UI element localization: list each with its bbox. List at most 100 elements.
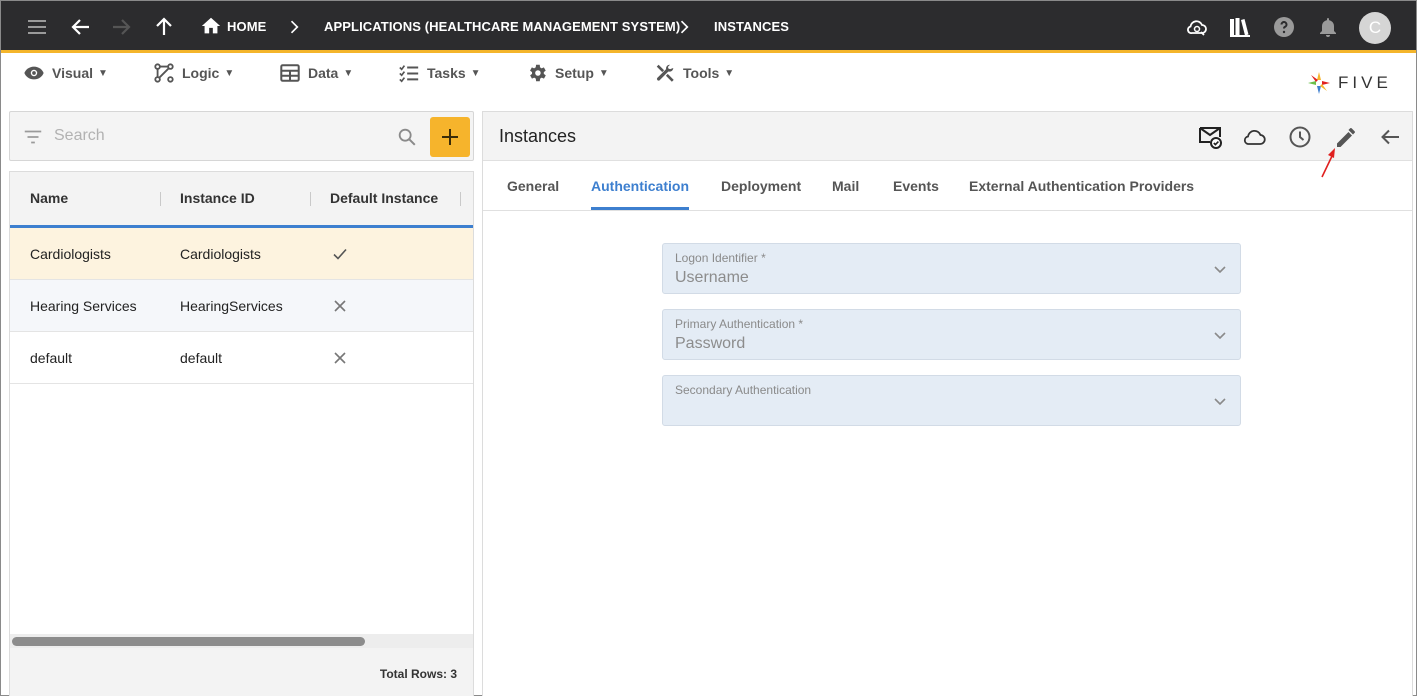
mail-check-icon[interactable] bbox=[1197, 124, 1223, 150]
chevron-down-icon bbox=[1214, 266, 1226, 274]
chevron-right-icon bbox=[674, 17, 694, 37]
caret-down-icon: ▼ bbox=[724, 67, 735, 79]
menu-visual[interactable]: Visual ▼ bbox=[23, 62, 108, 84]
menu-setup[interactable]: Setup ▼ bbox=[526, 62, 609, 84]
page-title: Instances bbox=[499, 126, 577, 146]
cell-name: Hearing Services bbox=[30, 298, 137, 314]
logo-text: FIVE bbox=[1338, 73, 1392, 92]
menu-tools-label: Tools bbox=[683, 65, 720, 81]
menu-data-label: Data bbox=[308, 65, 339, 81]
search-bar bbox=[9, 111, 474, 161]
instance-detail-panel: Instances General Authentication Deploym… bbox=[482, 111, 1413, 696]
tab-general[interactable]: General bbox=[507, 161, 559, 211]
tab-deployment[interactable]: Deployment bbox=[721, 161, 801, 211]
cross-icon bbox=[334, 352, 346, 364]
top-app-bar: HOME APPLICATIONS (HEALTHCARE MANAGEMENT… bbox=[1, 1, 1416, 53]
menu-tasks-label: Tasks bbox=[427, 65, 466, 81]
check-icon bbox=[333, 248, 347, 260]
breadcrumb-applications[interactable]: APPLICATIONS (HEALTHCARE MANAGEMENT SYST… bbox=[324, 1, 680, 53]
breadcrumb-instances[interactable]: INSTANCES bbox=[714, 1, 789, 53]
menu-logic[interactable]: Logic ▼ bbox=[153, 62, 234, 84]
cell-instance-id: default bbox=[180, 350, 223, 366]
column-header-name[interactable]: Name bbox=[30, 172, 68, 225]
five-logo-mark-icon bbox=[1308, 72, 1330, 94]
tab-bar: General Authentication Deployment Mail E… bbox=[483, 161, 1412, 211]
forward-arrow-icon[interactable] bbox=[109, 15, 133, 39]
field-value: Username bbox=[675, 269, 749, 286]
table-row[interactable]: Hearing Services HearingServices bbox=[10, 280, 473, 332]
menu-tools[interactable]: Tools ▼ bbox=[654, 62, 734, 84]
tab-external-authentication-providers[interactable]: External Authentication Providers bbox=[969, 161, 1194, 211]
menu-setup-label: Setup bbox=[555, 65, 594, 81]
chevron-right-icon bbox=[284, 17, 304, 37]
tools-icon bbox=[656, 64, 674, 82]
column-header-instance-id[interactable]: Instance ID bbox=[180, 172, 255, 225]
column-divider[interactable] bbox=[310, 192, 311, 206]
detail-header: Instances bbox=[483, 112, 1412, 161]
checklist-icon bbox=[399, 65, 419, 83]
cell-instance-id: Cardiologists bbox=[180, 246, 261, 262]
up-arrow-icon[interactable] bbox=[152, 15, 176, 39]
menu-data[interactable]: Data ▼ bbox=[279, 62, 353, 84]
menu-logic-label: Logic bbox=[182, 65, 220, 81]
caret-down-icon: ▼ bbox=[98, 67, 108, 79]
table-row[interactable]: Cardiologists Cardiologists bbox=[10, 228, 473, 280]
field-value: Password bbox=[675, 335, 746, 352]
eye-icon bbox=[24, 66, 44, 80]
cell-instance-id: HearingServices bbox=[180, 298, 283, 314]
instances-list-panel: Name Instance ID Default Instance Cardio… bbox=[9, 111, 474, 696]
tab-mail[interactable]: Mail bbox=[832, 161, 859, 211]
menu-visual-label: Visual bbox=[52, 65, 93, 81]
cloud-icon[interactable] bbox=[1241, 124, 1267, 150]
avatar[interactable]: C bbox=[1359, 12, 1391, 44]
home-icon[interactable] bbox=[200, 15, 224, 39]
table-header: Name Instance ID Default Instance bbox=[10, 172, 473, 228]
menu-bar: Visual ▼ Logic ▼ Data ▼ Tasks ▼ Setup ▼ … bbox=[1, 56, 1416, 106]
gear-icon bbox=[530, 64, 546, 82]
active-tab-indicator bbox=[591, 207, 689, 210]
chevron-down-icon bbox=[1214, 332, 1226, 340]
field-label: Logon Identifier * bbox=[675, 251, 766, 265]
tab-authentication[interactable]: Authentication bbox=[591, 161, 689, 211]
total-rows-label: Total Rows: 3 bbox=[379, 667, 457, 681]
breadcrumb-home[interactable]: HOME bbox=[227, 1, 266, 53]
back-arrow-icon[interactable] bbox=[1377, 124, 1403, 150]
instances-table: Name Instance ID Default Instance Cardio… bbox=[9, 171, 474, 696]
caret-down-icon: ▼ bbox=[598, 67, 609, 79]
cross-icon bbox=[334, 300, 346, 312]
menu-icon[interactable] bbox=[25, 15, 49, 39]
table-row[interactable]: default default bbox=[10, 332, 473, 384]
horizontal-scrollbar[interactable] bbox=[10, 634, 473, 648]
cloud-sync-icon[interactable] bbox=[1185, 15, 1209, 39]
chevron-down-icon bbox=[1214, 398, 1226, 406]
column-divider[interactable] bbox=[160, 192, 161, 206]
menu-tasks[interactable]: Tasks ▼ bbox=[398, 62, 481, 84]
scrollbar-thumb[interactable] bbox=[12, 637, 365, 646]
search-input[interactable] bbox=[54, 124, 384, 148]
secondary-authentication-select[interactable]: Secondary Authentication bbox=[662, 375, 1241, 426]
cell-name: Cardiologists bbox=[30, 246, 111, 262]
table-footer: Total Rows: 3 bbox=[10, 648, 473, 696]
add-record-button[interactable] bbox=[430, 117, 470, 157]
caret-down-icon: ▼ bbox=[224, 67, 235, 79]
library-icon[interactable] bbox=[1228, 15, 1252, 39]
five-logo: FIVE bbox=[1306, 70, 1392, 96]
back-arrow-icon[interactable] bbox=[69, 15, 93, 39]
help-icon[interactable] bbox=[1272, 15, 1296, 39]
filter-icon[interactable] bbox=[22, 126, 44, 148]
bell-icon[interactable] bbox=[1316, 15, 1340, 39]
history-icon[interactable] bbox=[1287, 124, 1313, 150]
primary-authentication-select[interactable]: Primary Authentication * Password bbox=[662, 309, 1241, 360]
logic-icon bbox=[154, 63, 174, 83]
plus-icon bbox=[442, 129, 458, 145]
caret-down-icon: ▼ bbox=[470, 67, 481, 79]
column-header-default-instance[interactable]: Default Instance bbox=[330, 172, 438, 225]
logon-identifier-select[interactable]: Logon Identifier * Username bbox=[662, 243, 1241, 294]
field-label: Secondary Authentication bbox=[675, 383, 812, 397]
tab-events[interactable]: Events bbox=[893, 161, 939, 211]
cell-name: default bbox=[30, 350, 73, 366]
table-icon bbox=[280, 64, 300, 82]
column-divider[interactable] bbox=[460, 192, 461, 206]
search-icon[interactable] bbox=[396, 126, 418, 148]
field-label: Primary Authentication * bbox=[675, 317, 804, 331]
